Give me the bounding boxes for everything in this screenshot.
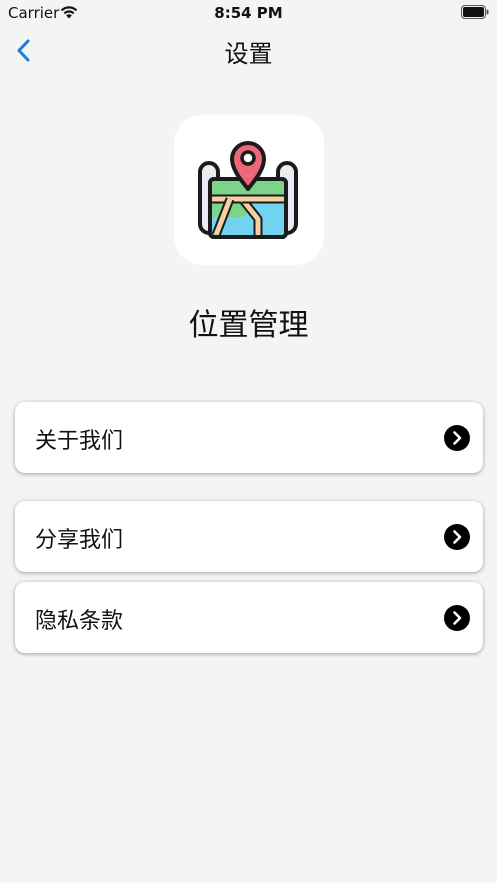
chevron-right-circle-icon xyxy=(444,605,470,631)
menu-item-label: 隐私条款 xyxy=(35,609,124,634)
menu-item-privacy-policy[interactable]: 隐私条款 xyxy=(15,582,483,653)
menu-item-share-us[interactable]: 分享我们 xyxy=(15,501,483,572)
chevron-right-circle-icon xyxy=(444,425,470,451)
page-title: 设置 xyxy=(224,40,273,68)
app-name: 位置管理 xyxy=(188,308,309,343)
menu-item-label: 分享我们 xyxy=(35,528,124,553)
settings-screen: Carrier 8:54 PM 设置 位置管理 关于我们 分享我们 隐私条款 xyxy=(0,0,497,883)
app-icon xyxy=(174,115,324,265)
clock: 8:54 PM xyxy=(214,4,283,22)
map-pin-icon xyxy=(198,141,298,239)
menu-item-about-us[interactable]: 关于我们 xyxy=(15,402,483,473)
battery-icon xyxy=(461,5,489,19)
status-bar: Carrier 8:54 PM xyxy=(0,0,497,26)
chevron-right-circle-icon xyxy=(444,524,470,550)
navigation-bar: 设置 xyxy=(0,26,497,76)
menu-item-label: 关于我们 xyxy=(35,429,124,454)
